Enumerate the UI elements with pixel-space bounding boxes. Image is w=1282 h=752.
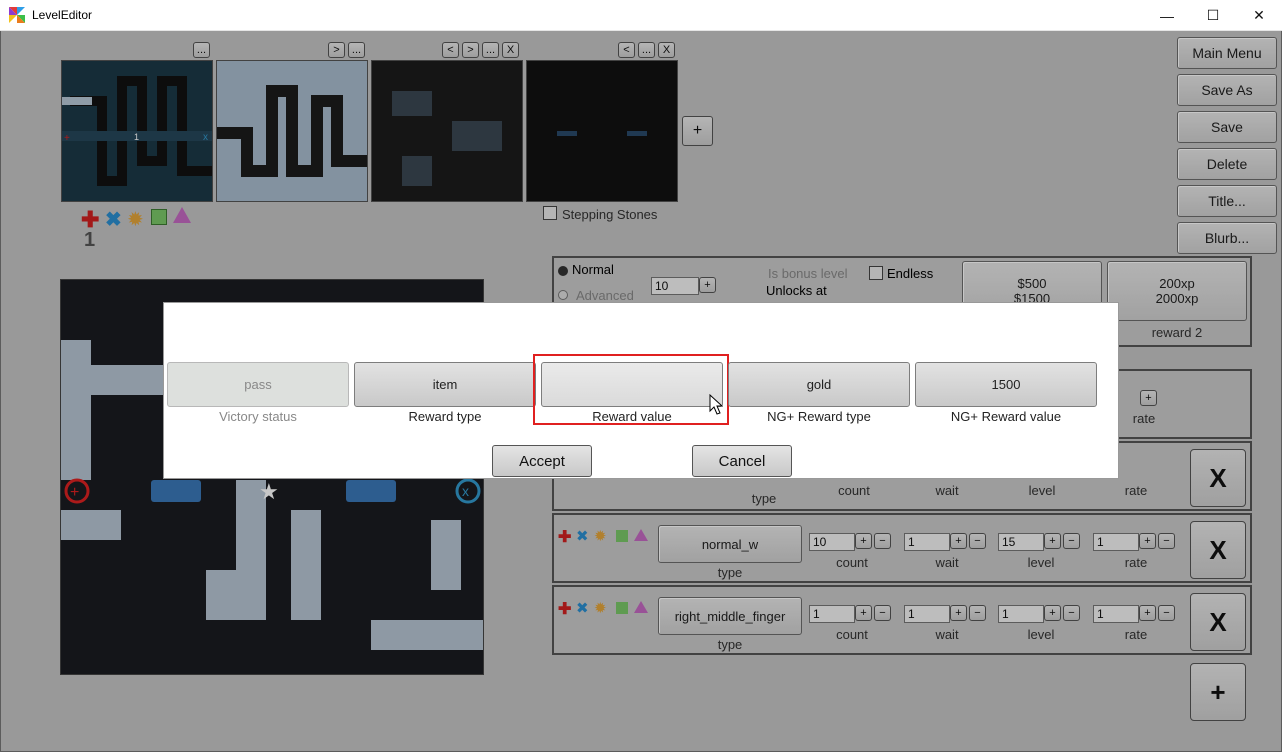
ng-reward-type-label: NG+ Reward type <box>767 409 871 424</box>
ng-reward-type-button[interactable]: gold <box>728 362 910 407</box>
mouse-cursor-icon <box>709 394 723 415</box>
cancel-button[interactable]: Cancel <box>692 445 792 477</box>
app-icon <box>9 7 25 23</box>
reward-dialog: pass Victory status item Reward type Rew… <box>163 302 1119 479</box>
window-titlebar: LevelEditor — ☐ ✕ <box>0 0 1282 31</box>
reward-value-label: Reward value <box>592 409 672 424</box>
reward-type-label: Reward type <box>408 409 482 424</box>
ng-reward-value-button[interactable]: 1500 <box>915 362 1097 407</box>
victory-status-label: Victory status <box>219 409 297 424</box>
window-title: LevelEditor <box>32 8 93 22</box>
ng-reward-value-label: NG+ Reward value <box>950 409 1062 424</box>
close-window-icon[interactable]: ✕ <box>1236 0 1282 31</box>
minimize-icon[interactable]: — <box>1144 0 1190 31</box>
accept-button[interactable]: Accept <box>492 445 592 477</box>
maximize-icon[interactable]: ☐ <box>1190 0 1236 31</box>
reward-value-button[interactable] <box>541 362 723 407</box>
reward-type-button[interactable]: item <box>354 362 536 407</box>
victory-status-button[interactable]: pass <box>167 362 349 407</box>
